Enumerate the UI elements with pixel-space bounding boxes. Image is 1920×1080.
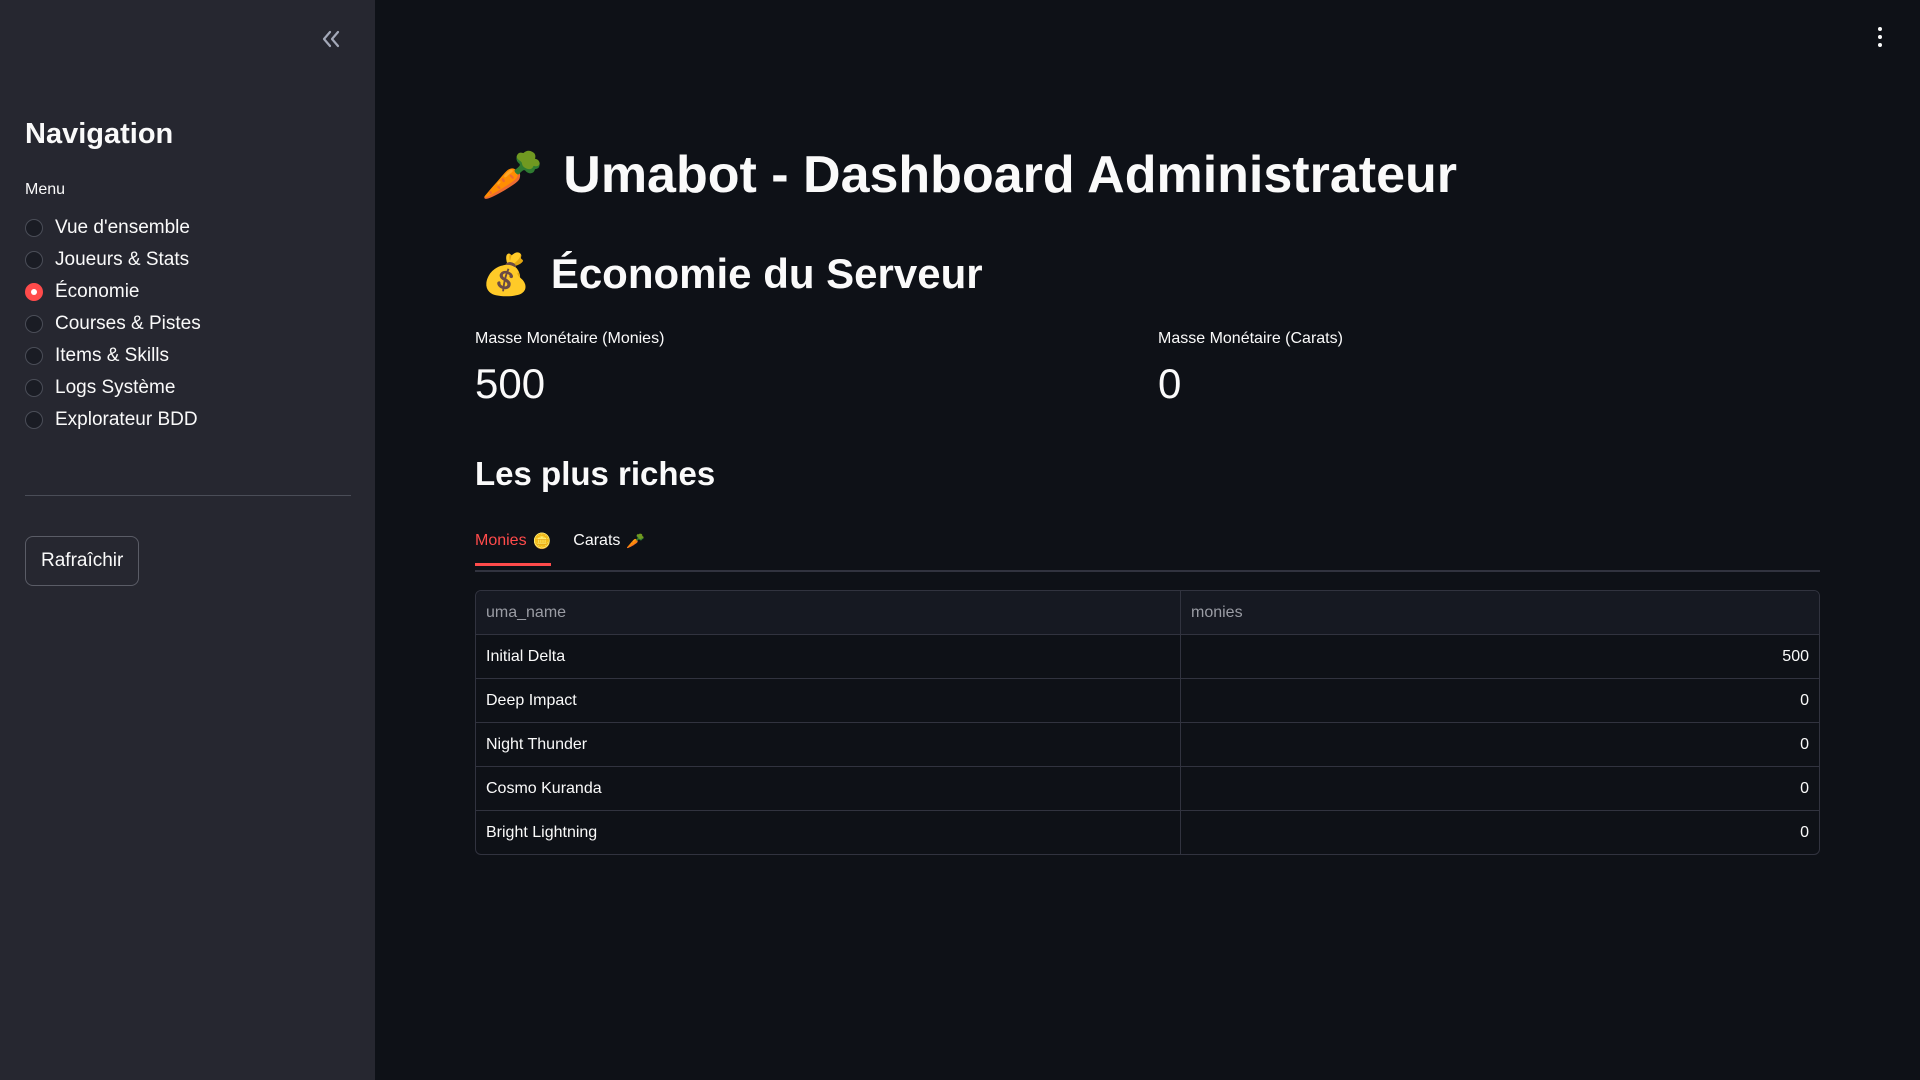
sidebar-divider: [25, 495, 351, 496]
carrot-icon: 🥕: [626, 533, 646, 550]
table-header-row: uma_name monies: [476, 591, 1819, 635]
nav-radio-logs-systeme[interactable]: Logs Système: [25, 372, 201, 404]
tab-monies[interactable]: Monies 🪙: [475, 526, 552, 566]
table-row[interactable]: Night Thunder 0: [476, 723, 1819, 767]
nav-radio-label: Items & Skills: [55, 345, 170, 366]
cell-uma-name: Night Thunder: [476, 723, 1181, 767]
cell-uma-name: Bright Lightning: [476, 811, 1181, 854]
nav-radio-label: Joueurs & Stats: [55, 249, 190, 270]
cell-monies: 0: [1181, 723, 1819, 767]
cell-uma-name: Cosmo Kuranda: [476, 767, 1181, 811]
metric-value: 500: [475, 360, 546, 407]
column-header[interactable]: uma_name: [476, 591, 1181, 635]
menu-label: Menu: [25, 181, 66, 198]
cell-monies: 500: [1181, 635, 1819, 679]
nav-radio-economie[interactable]: Économie: [25, 276, 201, 308]
metric-value: 0: [1158, 360, 1182, 407]
nav-radio-explorateur-bdd[interactable]: Explorateur BDD: [25, 404, 201, 436]
nav-radio-group: Vue d'ensemble Joueurs & Stats Économie …: [25, 212, 201, 436]
carrot-icon: 🥕: [481, 146, 544, 203]
cell-monies: 0: [1181, 679, 1819, 723]
section-title-text: Économie du Serveur: [550, 250, 983, 297]
cell-uma-name: Deep Impact: [476, 679, 1181, 723]
radio-icon: [25, 379, 43, 397]
cell-monies: 0: [1181, 767, 1819, 811]
cell-uma-name: Initial Delta: [476, 635, 1181, 679]
tab-bar: Monies 🪙 Carats 🥕: [475, 526, 1820, 572]
money-bag-icon: 💰: [481, 252, 531, 297]
tab-carats[interactable]: Carats 🥕: [573, 526, 645, 562]
double-chevron-left-icon: [322, 30, 340, 48]
main-menu-button[interactable]: [1868, 22, 1892, 52]
table-row[interactable]: Bright Lightning 0: [476, 811, 1819, 854]
nav-radio-items-skills[interactable]: Items & Skills: [25, 340, 201, 372]
radio-icon: [25, 315, 43, 333]
kebab-menu-icon: [1878, 27, 1882, 31]
nav-radio-label: Explorateur BDD: [55, 409, 198, 430]
nav-radio-label: Logs Système: [55, 377, 176, 398]
cell-monies: 0: [1800, 823, 1809, 841]
app: Navigation Menu Vue d'ensemble Joueurs &…: [0, 0, 1920, 1080]
metric-monies: Masse Monétaire (Monies) 500: [475, 330, 664, 408]
nav-radio-vue-ensemble[interactable]: Vue d'ensemble: [25, 212, 201, 244]
table-row[interactable]: Deep Impact 0: [476, 679, 1819, 723]
table-row[interactable]: Initial Delta 500: [476, 635, 1819, 679]
coin-icon: 🪙: [532, 533, 552, 550]
metric-label: Masse Monétaire (Carats): [1158, 330, 1343, 347]
nav-radio-label: Vue d'ensemble: [55, 217, 190, 238]
nav-radio-label: Économie: [55, 281, 140, 302]
sidebar: Navigation Menu Vue d'ensemble Joueurs &…: [0, 0, 375, 1080]
kebab-menu-icon: [1878, 35, 1882, 39]
metric-label: Masse Monétaire (Monies): [475, 330, 665, 347]
page-title: 🥕 Umabot - Dashboard Administrateur: [481, 145, 1457, 205]
radio-icon: [25, 411, 43, 429]
richest-table[interactable]: uma_name monies Initial Delta 500 Deep I…: [475, 590, 1820, 855]
radio-icon: [25, 251, 43, 269]
sidebar-title: Navigation: [25, 118, 174, 150]
collapse-sidebar-button[interactable]: [316, 24, 346, 54]
radio-icon: [25, 347, 43, 365]
column-header[interactable]: monies: [1181, 591, 1819, 635]
tab-label: Monies: [475, 532, 527, 549]
tab-label: Carats: [573, 532, 621, 549]
radio-selected-icon: [25, 283, 43, 301]
nav-radio-courses-pistes[interactable]: Courses & Pistes: [25, 308, 201, 340]
metric-carats: Masse Monétaire (Carats) 0: [1158, 330, 1343, 408]
richest-title: Les plus riches: [475, 455, 716, 492]
table-row[interactable]: Cosmo Kuranda 0: [476, 767, 1819, 811]
page-title-text: Umabot - Dashboard Administrateur: [563, 146, 1457, 204]
nav-radio-label: Courses & Pistes: [55, 313, 201, 334]
kebab-menu-icon: [1878, 43, 1882, 47]
refresh-button[interactable]: Rafraîchir: [25, 536, 140, 586]
nav-radio-joueurs-stats[interactable]: Joueurs & Stats: [25, 244, 201, 276]
radio-icon: [25, 219, 43, 237]
section-title: 💰 Économie du Serveur: [481, 250, 983, 298]
